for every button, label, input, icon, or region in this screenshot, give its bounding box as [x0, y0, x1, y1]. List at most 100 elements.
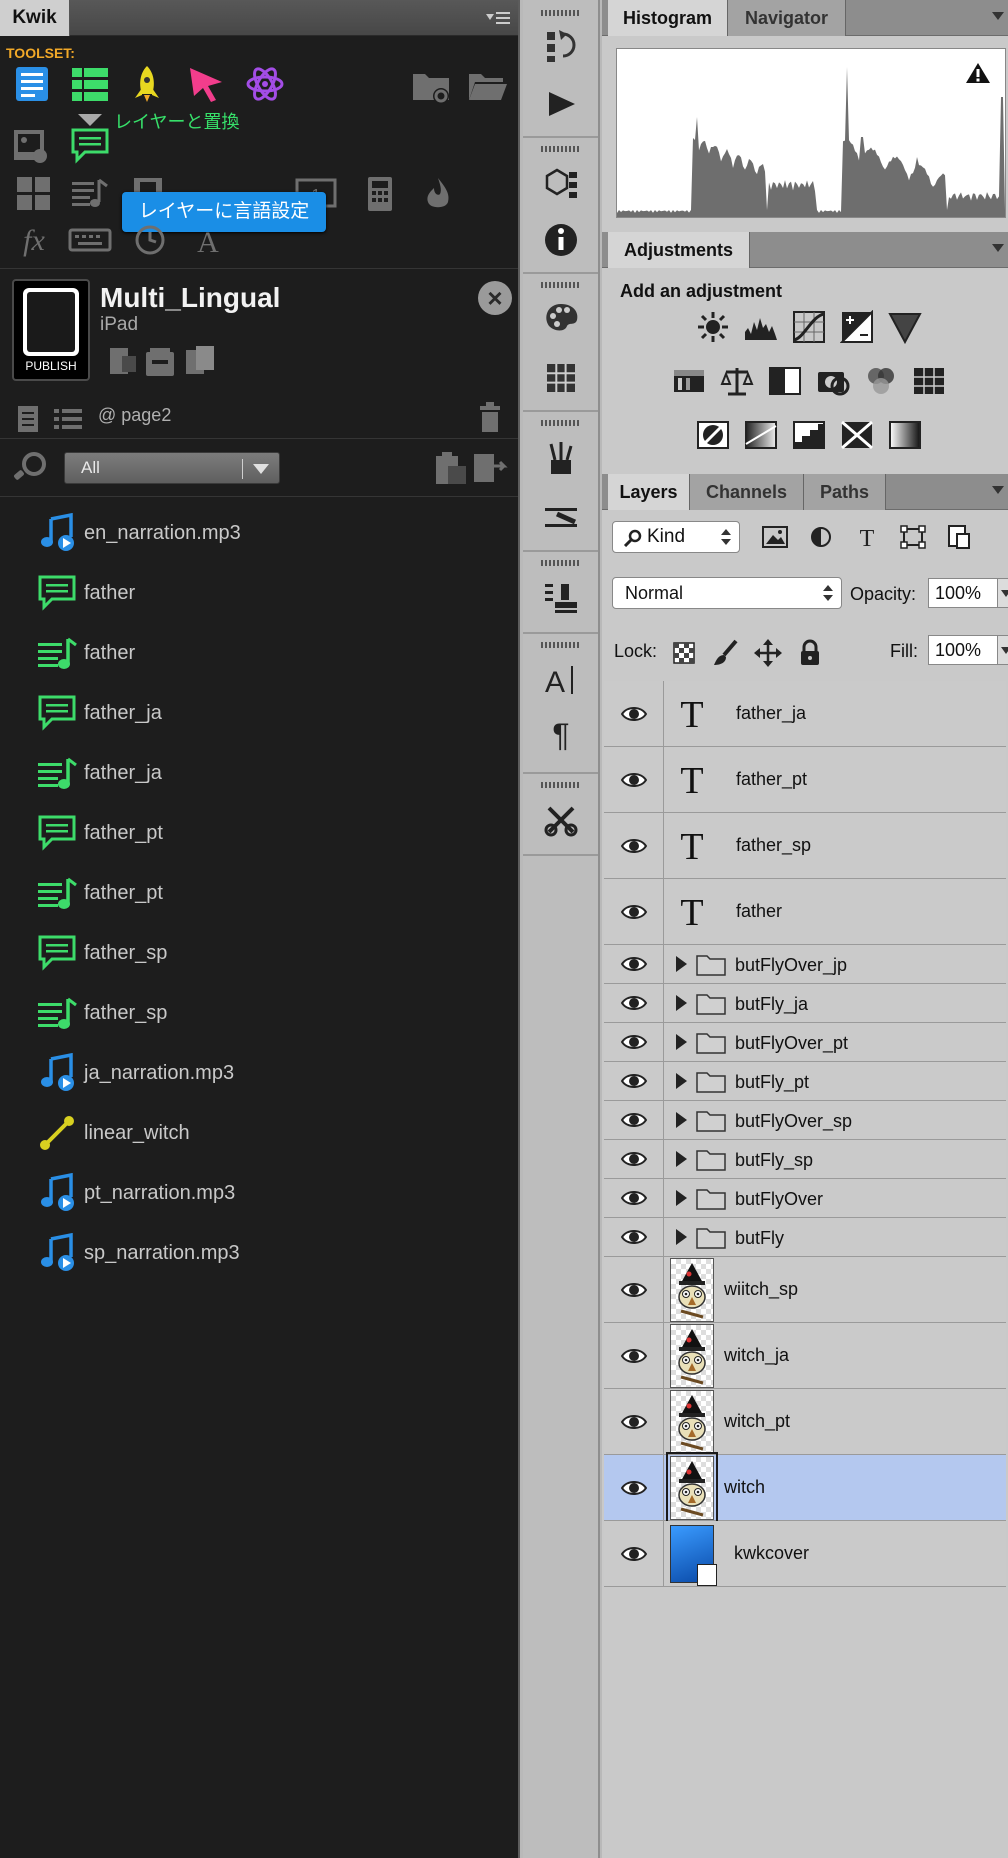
copy-icon[interactable] — [178, 340, 222, 384]
visibility-eye-icon[interactable] — [604, 747, 664, 812]
kwik-layer-item[interactable]: sp_narration.mp3 — [0, 1223, 518, 1283]
tab-layers[interactable]: Layers — [608, 474, 690, 510]
selective-color-icon[interactable] — [838, 417, 876, 453]
kwik-layer-item[interactable]: father_ja — [0, 743, 518, 803]
grid-swatches-icon[interactable] — [539, 356, 583, 400]
visibility-eye-icon[interactable] — [604, 1140, 664, 1178]
rocket-icon[interactable] — [125, 62, 169, 106]
photo-filter-icon[interactable] — [814, 363, 852, 399]
expand-triangle-icon[interactable] — [676, 1190, 687, 1206]
visibility-eye-icon[interactable] — [604, 1062, 664, 1100]
layer-row[interactable]: witch_ja — [604, 1323, 1006, 1389]
tab-adjustments[interactable]: Adjustments — [608, 232, 750, 268]
kwik-layer-item[interactable]: father_sp — [0, 923, 518, 983]
clone-source-icon[interactable] — [539, 576, 583, 620]
layer-kind-filter[interactable]: Kind — [612, 521, 740, 553]
tab-channels[interactable]: Channels — [690, 474, 804, 510]
character-icon[interactable]: A — [539, 658, 583, 702]
layer-row[interactable]: witch — [604, 1452, 1006, 1524]
paste-icon[interactable] — [428, 446, 472, 490]
visibility-eye-icon[interactable] — [604, 1101, 664, 1139]
expand-triangle-icon[interactable] — [676, 1229, 687, 1245]
posterize-icon[interactable] — [742, 417, 780, 453]
kwik-layer-item[interactable]: father_pt — [0, 803, 518, 863]
levels-icon[interactable] — [742, 309, 780, 345]
kwik-layer-item[interactable]: father — [0, 623, 518, 683]
pages-icon[interactable] — [10, 62, 54, 106]
layer-row[interactable]: Tfather_ja — [604, 681, 1006, 747]
pointer-icon[interactable] — [184, 62, 228, 106]
tab-paths[interactable]: Paths — [804, 474, 886, 510]
visibility-eye-icon[interactable] — [604, 984, 664, 1022]
visibility-eye-icon[interactable] — [604, 1023, 664, 1061]
brush-settings-icon[interactable] — [539, 496, 583, 540]
play-actions-icon[interactable] — [539, 82, 583, 126]
layer-row[interactable]: Tfather — [604, 879, 1006, 945]
layer-row[interactable]: butFly_ja — [604, 984, 1006, 1023]
font-icon[interactable]: A — [186, 218, 230, 262]
3d-icon[interactable] — [539, 162, 583, 206]
expand-triangle-icon[interactable] — [676, 1034, 687, 1050]
layer-filter-select[interactable]: All — [64, 452, 280, 484]
layer-row[interactable]: kwkcover — [604, 1521, 1006, 1587]
filter-smart-object-icon[interactable] — [942, 521, 976, 553]
replace-icon[interactable] — [468, 446, 512, 490]
layer-row[interactable]: butFlyOver_sp — [604, 1101, 1006, 1140]
tab-histogram[interactable]: Histogram — [608, 0, 728, 36]
swatches-palette-icon[interactable] — [539, 296, 583, 340]
filter-adjustment-icon[interactable] — [804, 521, 838, 553]
expand-triangle-icon[interactable] — [676, 995, 687, 1011]
exposure-icon[interactable] — [838, 309, 876, 345]
calculator-icon[interactable] — [358, 172, 402, 216]
grid-icon[interactable] — [12, 172, 56, 216]
function-icon[interactable]: fx — [12, 218, 56, 262]
layer-row[interactable]: butFlyOver_pt — [604, 1023, 1006, 1062]
atom-icon[interactable] — [243, 62, 287, 106]
visibility-eye-icon[interactable] — [604, 879, 664, 944]
language-text-icon[interactable] — [68, 124, 112, 168]
history-icon[interactable] — [539, 24, 583, 68]
visibility-eye-icon[interactable] — [604, 1179, 664, 1217]
lock-all-icon[interactable] — [794, 637, 826, 669]
layer-row[interactable]: butFlyOver — [604, 1179, 1006, 1218]
tab-navigator[interactable]: Navigator — [728, 0, 846, 36]
folder-open-icon[interactable] — [466, 64, 510, 108]
info-icon[interactable] — [539, 218, 583, 262]
filter-pixel-icon[interactable] — [758, 521, 792, 553]
expand-triangle-icon[interactable] — [676, 1073, 687, 1089]
fill-slider-toggle[interactable] — [998, 635, 1008, 665]
layer-row[interactable]: Tfather_sp — [604, 813, 1006, 879]
opacity-input[interactable]: 100% — [928, 578, 998, 608]
visibility-eye-icon[interactable] — [604, 1218, 664, 1256]
layers-list-icon[interactable] — [68, 62, 112, 106]
layer-row[interactable]: wiitch_sp — [604, 1257, 1006, 1323]
kwik-layer-item[interactable]: father_ja — [0, 683, 518, 743]
publish-device-thumbnail[interactable]: PUBLISH — [12, 279, 90, 381]
kwik-layer-item[interactable]: father_sp — [0, 983, 518, 1043]
layer-row[interactable]: butFlyOver_jp — [604, 945, 1006, 984]
gradient-map-icon[interactable] — [886, 417, 924, 453]
layer-row[interactable]: Tfather_pt — [604, 747, 1006, 813]
fire-icon[interactable] — [416, 172, 460, 216]
warning-icon[interactable] — [965, 61, 991, 85]
layer-row[interactable]: butFly_sp — [604, 1140, 1006, 1179]
keyboard-icon[interactable] — [68, 218, 112, 262]
lock-pixels-icon[interactable] — [710, 637, 742, 669]
channel-mixer-icon[interactable] — [862, 363, 900, 399]
hue-saturation-icon[interactable] — [670, 363, 708, 399]
opacity-slider-toggle[interactable] — [998, 578, 1008, 608]
close-project-button[interactable]: × — [478, 281, 512, 315]
blend-mode-select[interactable]: Normal — [612, 577, 842, 609]
fill-input[interactable]: 100% — [928, 635, 998, 665]
visibility-eye-icon[interactable] — [604, 1521, 664, 1586]
layer-row[interactable]: butFly — [604, 1218, 1006, 1257]
visibility-eye-icon[interactable] — [604, 1257, 664, 1322]
kwik-layer-item[interactable]: pt_narration.mp3 — [0, 1163, 518, 1223]
panel-menu-icon[interactable] — [992, 486, 1004, 494]
expand-triangle-icon[interactable] — [676, 1151, 687, 1167]
filter-type-icon[interactable]: T — [850, 521, 884, 553]
visibility-eye-icon[interactable] — [604, 1389, 664, 1454]
tool-presets-icon[interactable] — [539, 798, 583, 842]
visibility-eye-icon[interactable] — [604, 1455, 664, 1520]
kwik-layer-item[interactable]: father — [0, 563, 518, 623]
